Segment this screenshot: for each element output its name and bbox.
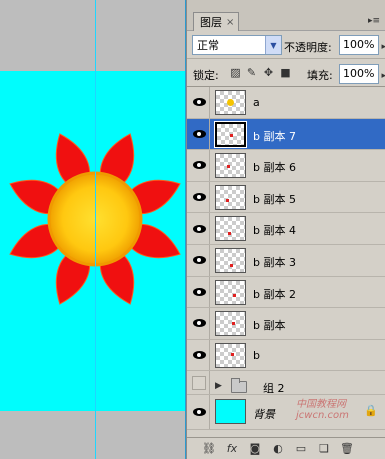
- expand-arrow-icon[interactable]: ▶: [215, 381, 222, 391]
- fx-icon[interactable]: fx: [224, 442, 240, 455]
- visibility-toggle[interactable]: [189, 213, 210, 244]
- layer-thumbnail: [215, 399, 246, 425]
- flower-artwork: [9, 133, 181, 305]
- fill-input[interactable]: 100% ▸: [339, 64, 385, 84]
- guide-line: [95, 0, 96, 459]
- blend-mode-value: 正常: [197, 39, 219, 52]
- visibility-toggle[interactable]: [189, 245, 210, 276]
- panel-footer: ⛓ fx ◙ ◐ ▭ ❏ 🗑: [187, 437, 385, 459]
- tab-label: 图层: [200, 16, 222, 29]
- eye-icon: [192, 193, 206, 202]
- eye-icon: [192, 256, 206, 265]
- lock-all-icon[interactable]: ■: [279, 66, 292, 79]
- visibility-toggle[interactable]: [189, 118, 210, 150]
- opacity-value: 100%: [343, 38, 375, 51]
- visibility-toggle[interactable]: [189, 395, 210, 430]
- opacity-label: 不透明度:: [284, 41, 332, 54]
- visibility-toggle[interactable]: [189, 87, 210, 118]
- opacity-slider-arrow-icon[interactable]: ▸: [381, 38, 385, 56]
- blend-row: 正常 ▼ 不透明度: 100% ▸: [187, 32, 385, 58]
- layer-thumbnail: [215, 342, 246, 368]
- mask-icon[interactable]: ◙: [247, 442, 263, 455]
- lock-pixels-icon[interactable]: ✎: [245, 66, 258, 79]
- visibility-toggle[interactable]: [189, 371, 210, 395]
- eye-icon: [192, 98, 206, 107]
- hidden-box-icon: [192, 375, 206, 390]
- eye-icon: [192, 408, 206, 417]
- layer-thumbnail: [215, 153, 246, 179]
- layer-group-row[interactable]: ▶ 组 2: [187, 371, 385, 396]
- layer-thumbnail: [215, 90, 246, 115]
- layer-name: b 副本 7: [253, 129, 296, 143]
- group-name: 组 2: [263, 382, 285, 396]
- opacity-input[interactable]: 100% ▸: [339, 35, 385, 55]
- layer-name: b: [253, 348, 260, 362]
- canvas-area[interactable]: [0, 0, 186, 459]
- layer-name: b 副本 3: [253, 256, 296, 269]
- link-icon[interactable]: ⛓: [201, 442, 217, 455]
- layers-panel: 图层 × ▸≡ 正常 ▼ 不透明度: 100% ▸ 锁定: ▨ ✎ ✥ ■ 填充…: [186, 0, 385, 459]
- layer-row-b-copy-3[interactable]: b 副本 3: [187, 245, 385, 277]
- layer-thumbnail: [214, 120, 247, 148]
- fill-slider-arrow-icon[interactable]: ▸: [381, 67, 385, 85]
- layer-row-b-copy-4[interactable]: b 副本 4: [187, 213, 385, 245]
- layer-row-b-copy-7[interactable]: b 副本 7: [187, 118, 385, 151]
- panel-tab-bar: 图层 × ▸≡: [187, 0, 385, 31]
- eye-icon: [192, 129, 206, 138]
- layer-name: b 副本 5: [253, 192, 296, 206]
- blend-mode-select[interactable]: 正常 ▼: [192, 35, 282, 55]
- folder-icon[interactable]: ▭: [293, 442, 309, 455]
- eye-icon: [192, 161, 206, 170]
- layer-name: b 副本 2: [253, 287, 296, 301]
- layer-name: a: [253, 96, 260, 109]
- eye-icon: [192, 319, 206, 328]
- layer-row-b-copy-6[interactable]: b 副本 6: [187, 150, 385, 182]
- layer-name: b 副本 6: [253, 161, 296, 175]
- lock-row: 锁定: ▨ ✎ ✥ ■ 填充: 100% ▸: [187, 58, 385, 86]
- layer-row-b-copy[interactable]: b 副本: [187, 308, 385, 340]
- layer-row-a[interactable]: a: [187, 87, 385, 119]
- layer-thumbnail: [215, 279, 246, 305]
- layer-thumbnail: [215, 311, 246, 337]
- layer-row-b[interactable]: b: [187, 339, 385, 372]
- layer-name: 背景: [253, 408, 275, 422]
- layer-name: b 副本: [253, 319, 286, 333]
- trash-icon[interactable]: 🗑: [339, 442, 355, 455]
- layer-thumbnail: [215, 248, 246, 273]
- visibility-toggle[interactable]: [189, 308, 210, 339]
- visibility-toggle[interactable]: [189, 150, 210, 181]
- layer-thumbnail: [215, 184, 246, 210]
- lock-position-icon[interactable]: ✥: [262, 66, 275, 79]
- layer-list[interactable]: a b 副本 7 b 副本 6 b 副本 5 b 副本 4 b 副本 3 b 副…: [187, 86, 385, 437]
- visibility-toggle[interactable]: [189, 276, 210, 308]
- tab-layers[interactable]: 图层 ×: [193, 12, 240, 31]
- visibility-toggle[interactable]: [189, 181, 210, 213]
- adjustment-icon[interactable]: ◐: [270, 442, 286, 455]
- fill-value: 100%: [343, 67, 375, 80]
- panel-menu-icon[interactable]: ▸≡: [368, 16, 380, 26]
- document-canvas[interactable]: [0, 71, 186, 411]
- eye-icon: [192, 224, 206, 233]
- close-icon[interactable]: ×: [226, 17, 234, 28]
- eye-icon: [192, 351, 206, 360]
- layer-row-b-copy-2[interactable]: b 副本 2: [187, 276, 385, 309]
- layer-name: b 副本 4: [253, 224, 296, 238]
- eye-icon: [192, 287, 206, 296]
- new-layer-icon[interactable]: ❏: [316, 442, 332, 455]
- visibility-toggle[interactable]: [189, 339, 210, 371]
- layer-row-b-copy-5[interactable]: b 副本 5: [187, 181, 385, 214]
- lock-label: 锁定:: [193, 69, 219, 82]
- watermark: 中国教程网 jcwcn.com: [296, 399, 349, 421]
- folder-icon: [231, 378, 247, 394]
- fill-label: 填充:: [307, 69, 333, 82]
- layer-thumbnail: [215, 216, 246, 242]
- chevron-down-icon[interactable]: ▼: [265, 36, 281, 54]
- lock-transparency-icon[interactable]: ▨: [229, 66, 242, 79]
